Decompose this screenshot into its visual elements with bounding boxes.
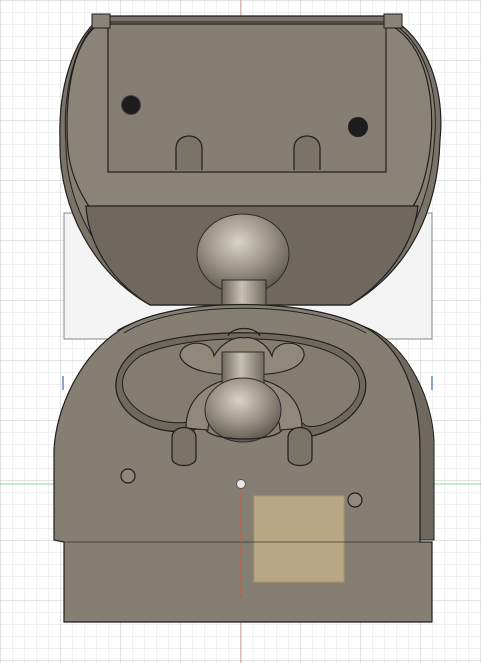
upper-pocket	[107, 23, 387, 173]
cad-viewport[interactable]	[0, 0, 481, 663]
base-hole-right	[347, 492, 363, 508]
upper-slot-left	[175, 135, 203, 170]
base-clip-right	[287, 426, 313, 467]
lower-base[interactable]	[53, 303, 435, 623]
base-hole-left	[120, 468, 136, 484]
selected-face[interactable]	[253, 495, 345, 583]
viewport-canvas[interactable]	[0, 0, 481, 663]
origin-point-icon[interactable]	[236, 479, 246, 489]
upper-slot-right	[293, 135, 321, 170]
upper-tab-left	[91, 13, 111, 29]
upper-hole-right	[348, 117, 368, 137]
ball-joint-lower-sphere	[204, 377, 282, 443]
upper-tab-right	[383, 13, 403, 29]
base-clip-left	[171, 426, 197, 467]
